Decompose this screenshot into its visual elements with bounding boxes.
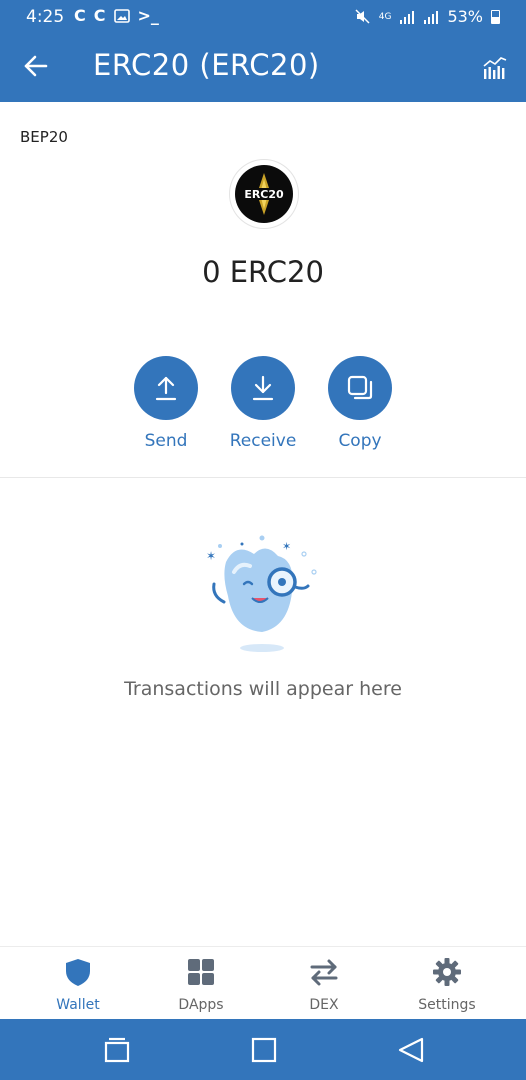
app-notification-icon: C (74, 6, 86, 25)
nav-dapps-label: DApps (178, 997, 224, 1013)
image-icon (113, 9, 130, 23)
status-bar: 4:25 C C >_ 4G 53% (0, 0, 526, 34)
back-arrow-icon[interactable] (22, 52, 50, 80)
grid-icon (188, 959, 214, 985)
nav-wallet-label: Wallet (56, 997, 100, 1013)
nav-settings-label: Settings (418, 997, 476, 1013)
signal-icon (424, 10, 439, 24)
nav-wallet[interactable]: Wallet (23, 957, 133, 1013)
send-action[interactable]: Send (111, 356, 221, 451)
swap-icon (310, 959, 338, 986)
back-icon[interactable] (396, 1035, 426, 1065)
network-type: 4G (378, 11, 392, 22)
send-button[interactable] (134, 356, 198, 420)
terminal-icon: >_ (137, 6, 159, 25)
send-label[interactable]: Send (111, 431, 221, 451)
svg-text:✶: ✶ (206, 549, 216, 563)
empty-state-message: Transactions will appear here (124, 678, 402, 700)
copy-icon (347, 375, 373, 400)
empty-transactions-illustration: ✶ ✶ (206, 535, 317, 652)
status-time: 4:25 (26, 7, 65, 27)
token-logo-text: ERC20 (244, 188, 284, 201)
arrow-up-icon (155, 376, 177, 401)
receive-label[interactable]: Receive (208, 431, 318, 451)
app-header: ERC20 (ERC20) (0, 34, 526, 102)
battery-icon (491, 9, 500, 24)
notification-icons: C C >_ (74, 7, 159, 25)
system-status: 4G 53% (355, 7, 500, 26)
recent-apps-icon[interactable] (102, 1035, 132, 1065)
receive-button[interactable] (231, 356, 295, 420)
nav-settings[interactable]: Settings (392, 957, 502, 1013)
nav-dex-label: DEX (309, 997, 339, 1013)
gear-icon (433, 958, 461, 986)
chart-icon[interactable] (482, 54, 508, 80)
token-emblem-icon: ERC20 (241, 173, 287, 215)
copy-action[interactable]: Copy (305, 356, 415, 451)
receive-action[interactable]: Receive (208, 356, 318, 451)
copy-label[interactable]: Copy (305, 431, 415, 451)
app-notification-icon: C (93, 6, 106, 25)
system-navigation-bar (0, 1019, 526, 1080)
page-title: ERC20 (ERC20) (93, 48, 320, 82)
section-divider (0, 477, 526, 478)
shield-icon (66, 959, 90, 986)
network-label: BEP20 (20, 128, 68, 146)
mute-icon (355, 9, 370, 24)
signal-icon (400, 10, 415, 24)
bottom-nav: Wallet DApps DEX Settings (0, 946, 526, 1020)
svg-text:✶: ✶ (282, 540, 291, 553)
nav-dex[interactable]: DEX (269, 957, 379, 1013)
home-icon[interactable] (249, 1035, 279, 1065)
token-balance: 0 ERC20 (202, 255, 324, 289)
copy-button[interactable] (328, 356, 392, 420)
token-logo: ERC20 (230, 160, 298, 228)
arrow-down-icon (252, 375, 274, 401)
nav-dapps[interactable]: DApps (146, 957, 256, 1013)
battery-percent: 53% (447, 7, 483, 26)
